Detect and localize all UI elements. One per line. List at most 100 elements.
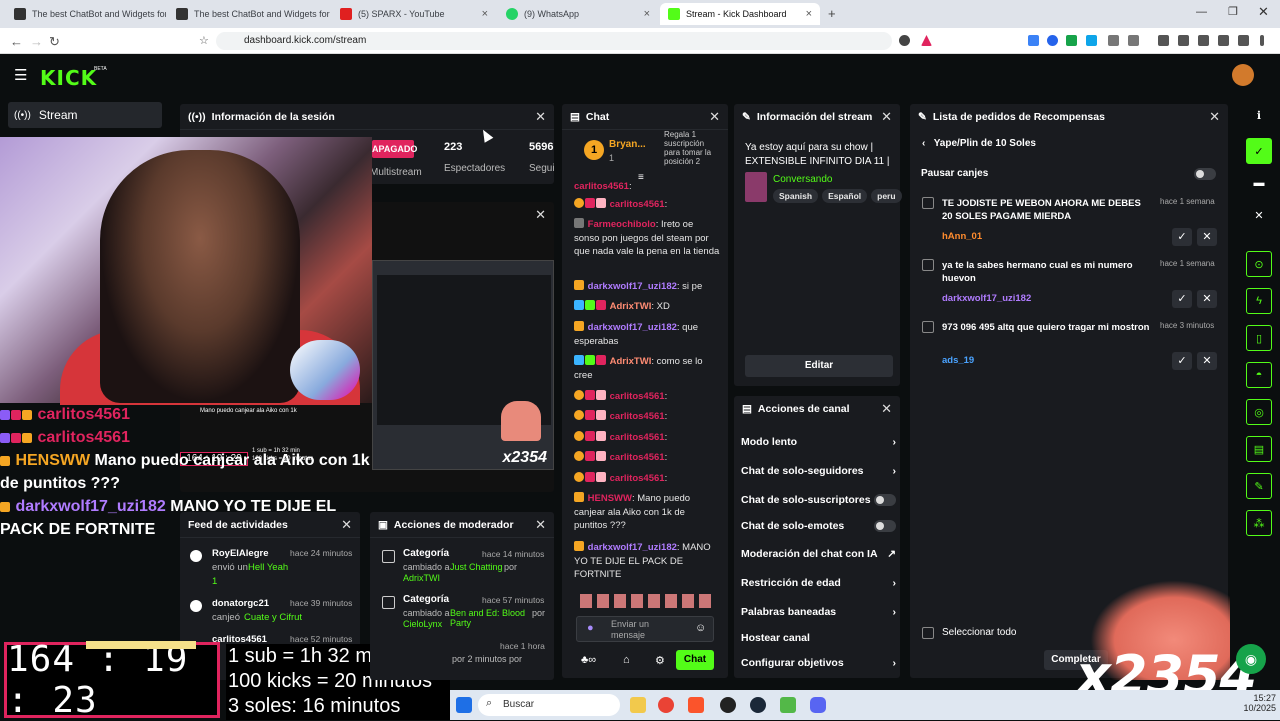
windows-start-icon[interactable] [456, 697, 472, 713]
approve-icon[interactable]: ✓ [1172, 290, 1192, 308]
channel-action-ai-moderation[interactable]: Moderación del chat con IA ↗ [741, 548, 896, 560]
chat-tools-icon[interactable]: ♣∞ [581, 654, 596, 666]
close-icon[interactable]: ✕ [535, 207, 546, 223]
reward-checkbox[interactable] [922, 259, 934, 271]
panels-icon[interactable]: ▤ [1246, 436, 1272, 462]
stream-category[interactable]: Conversando [773, 174, 832, 185]
minimize-icon[interactable]: — [1196, 6, 1207, 18]
channel-action-emotes-only[interactable]: Chat de solo-emotes [741, 520, 896, 532]
channel-action-goals[interactable]: Configurar objetivos › [741, 657, 896, 669]
lightning-icon[interactable]: ϟ [1246, 288, 1272, 314]
brave-shield-icon[interactable] [899, 35, 910, 46]
steam-icon[interactable] [750, 697, 766, 713]
check-icon[interactable]: ✓ [1246, 138, 1272, 164]
channel-action-followers-only[interactable]: Chat de solo-seguidores › [741, 465, 896, 477]
reward-checkbox[interactable] [922, 197, 934, 209]
file-explorer-icon[interactable] [630, 697, 646, 713]
extension-icon[interactable] [1086, 35, 1097, 46]
mic-icon[interactable]: ● [587, 622, 594, 634]
layout-icon[interactable]: ▬ [1246, 170, 1272, 196]
users-icon[interactable]: ⁂ [1246, 510, 1272, 536]
close-icon[interactable]: ✕ [1209, 109, 1220, 125]
media-icon[interactable] [1158, 35, 1169, 46]
bookmark-icon[interactable]: ☆ [199, 34, 209, 47]
sidebar-item-stream[interactable]: ((•)) Stream [8, 102, 162, 128]
maximize-icon[interactable]: ❐ [1228, 5, 1238, 18]
tag[interactable]: peru [871, 189, 902, 203]
extension-icon[interactable] [1028, 35, 1039, 46]
browser-tab[interactable]: The best ChatBot and Widgets for K× [6, 3, 166, 25]
browser-tab[interactable]: The best ChatBot and Widgets for K× [168, 3, 330, 25]
window-close-icon[interactable]: ✕ [1258, 4, 1269, 20]
tag[interactable]: Spanish [773, 189, 819, 203]
close-icon[interactable]: ✕ [1246, 202, 1272, 228]
close-icon[interactable]: ✕ [535, 109, 546, 125]
forward-icon[interactable]: → [30, 34, 43, 49]
focus-icon[interactable]: ⊙ [1246, 251, 1272, 277]
extension-icon[interactable] [1198, 35, 1209, 46]
emote-row[interactable] [580, 594, 712, 608]
close-tab-icon[interactable]: × [644, 8, 650, 20]
document-icon[interactable]: ▯ [1246, 325, 1272, 351]
pause-redeems-toggle[interactable] [1194, 168, 1216, 180]
pinned-user[interactable]: Bryan... [609, 139, 646, 150]
wrench-icon[interactable]: ✎ [1246, 473, 1272, 499]
approve-icon[interactable]: ✓ [1172, 352, 1192, 370]
reward-checkbox[interactable] [922, 321, 934, 333]
gear-icon[interactable]: ⚙ [655, 654, 665, 667]
close-icon[interactable]: ✕ [881, 401, 892, 417]
channel-action-slow-mode[interactable]: Modo lento › [741, 436, 896, 448]
extension-icon[interactable] [1218, 35, 1229, 46]
rewards-icon[interactable] [921, 35, 932, 46]
avatar[interactable] [1232, 64, 1254, 86]
tag[interactable]: Español [822, 189, 868, 203]
rewards-back-link[interactable]: ‹ Yape/Plin de 10 Soles [922, 138, 1036, 149]
sidebar-toggle-icon[interactable] [1178, 35, 1189, 46]
obs-icon[interactable] [720, 697, 736, 713]
store-icon[interactable]: ⌂ [623, 654, 630, 666]
browser-tab[interactable]: (9) WhatsApp × [498, 3, 658, 25]
brave-icon[interactable] [688, 697, 704, 713]
channel-action-banned-words[interactable]: Palabras baneadas › [741, 606, 896, 618]
reject-icon[interactable]: ✕ [1197, 352, 1217, 370]
approve-icon[interactable]: ✓ [1172, 228, 1192, 246]
taskbar-clock[interactable]: 15:27 10/2025 [1220, 693, 1276, 713]
chat-input[interactable]: ● Enviar un mensaje ☺ [576, 616, 714, 642]
menu-icon[interactable] [1260, 35, 1264, 46]
extension-icon[interactable] [1128, 35, 1139, 46]
toggle-switch[interactable] [874, 494, 896, 506]
reload-icon[interactable]: ↻ [49, 34, 60, 50]
broadcast-icon[interactable]: ◎ [1246, 399, 1272, 425]
reject-icon[interactable]: ✕ [1197, 290, 1217, 308]
hamburger-menu-icon[interactable]: ☰ [14, 66, 27, 84]
channel-action-age-restriction[interactable]: Restricción de edad › [741, 577, 896, 589]
channel-action-host[interactable]: Hostear canal [741, 632, 896, 644]
browser-tab-active[interactable]: Stream - Kick Dashboard × [660, 3, 820, 25]
extension-icon[interactable] [1047, 35, 1058, 46]
discord-icon[interactable] [810, 697, 826, 713]
close-tab-icon[interactable]: × [806, 8, 812, 20]
emoji-icon[interactable]: ☺ [695, 622, 706, 634]
close-tab-icon[interactable]: × [482, 8, 488, 20]
taskbar-search[interactable]: ⌕ Buscar [478, 694, 620, 716]
chrome-icon[interactable] [658, 697, 674, 713]
close-icon[interactable]: ✕ [535, 517, 546, 533]
close-icon[interactable]: ✕ [881, 109, 892, 125]
support-chat-icon[interactable]: ◉ [1236, 644, 1266, 674]
back-icon[interactable]: ← [10, 34, 23, 49]
browser-tab[interactable]: (5) SPARX - YouTube × [332, 3, 496, 25]
vpn-icon[interactable] [1238, 35, 1249, 46]
toggle-switch[interactable] [874, 520, 896, 532]
extension-icon[interactable] [1108, 35, 1119, 46]
app-icon[interactable] [780, 697, 796, 713]
channel-action-subs-only[interactable]: Chat de solo-suscriptores [741, 494, 896, 506]
reject-icon[interactable]: ✕ [1197, 228, 1217, 246]
info-icon[interactable]: ℹ [1246, 102, 1272, 128]
extension-icon[interactable] [1066, 35, 1077, 46]
gift-sub-prompt[interactable]: Regala 1 suscripción para tomar la posic… [664, 130, 714, 166]
select-all-checkbox[interactable] [922, 627, 934, 639]
edit-stream-button[interactable]: Editar [745, 355, 893, 377]
close-icon[interactable]: ✕ [341, 517, 352, 533]
kick-logo[interactable]: KICK [40, 66, 97, 90]
send-chat-button[interactable]: Chat [676, 650, 714, 670]
